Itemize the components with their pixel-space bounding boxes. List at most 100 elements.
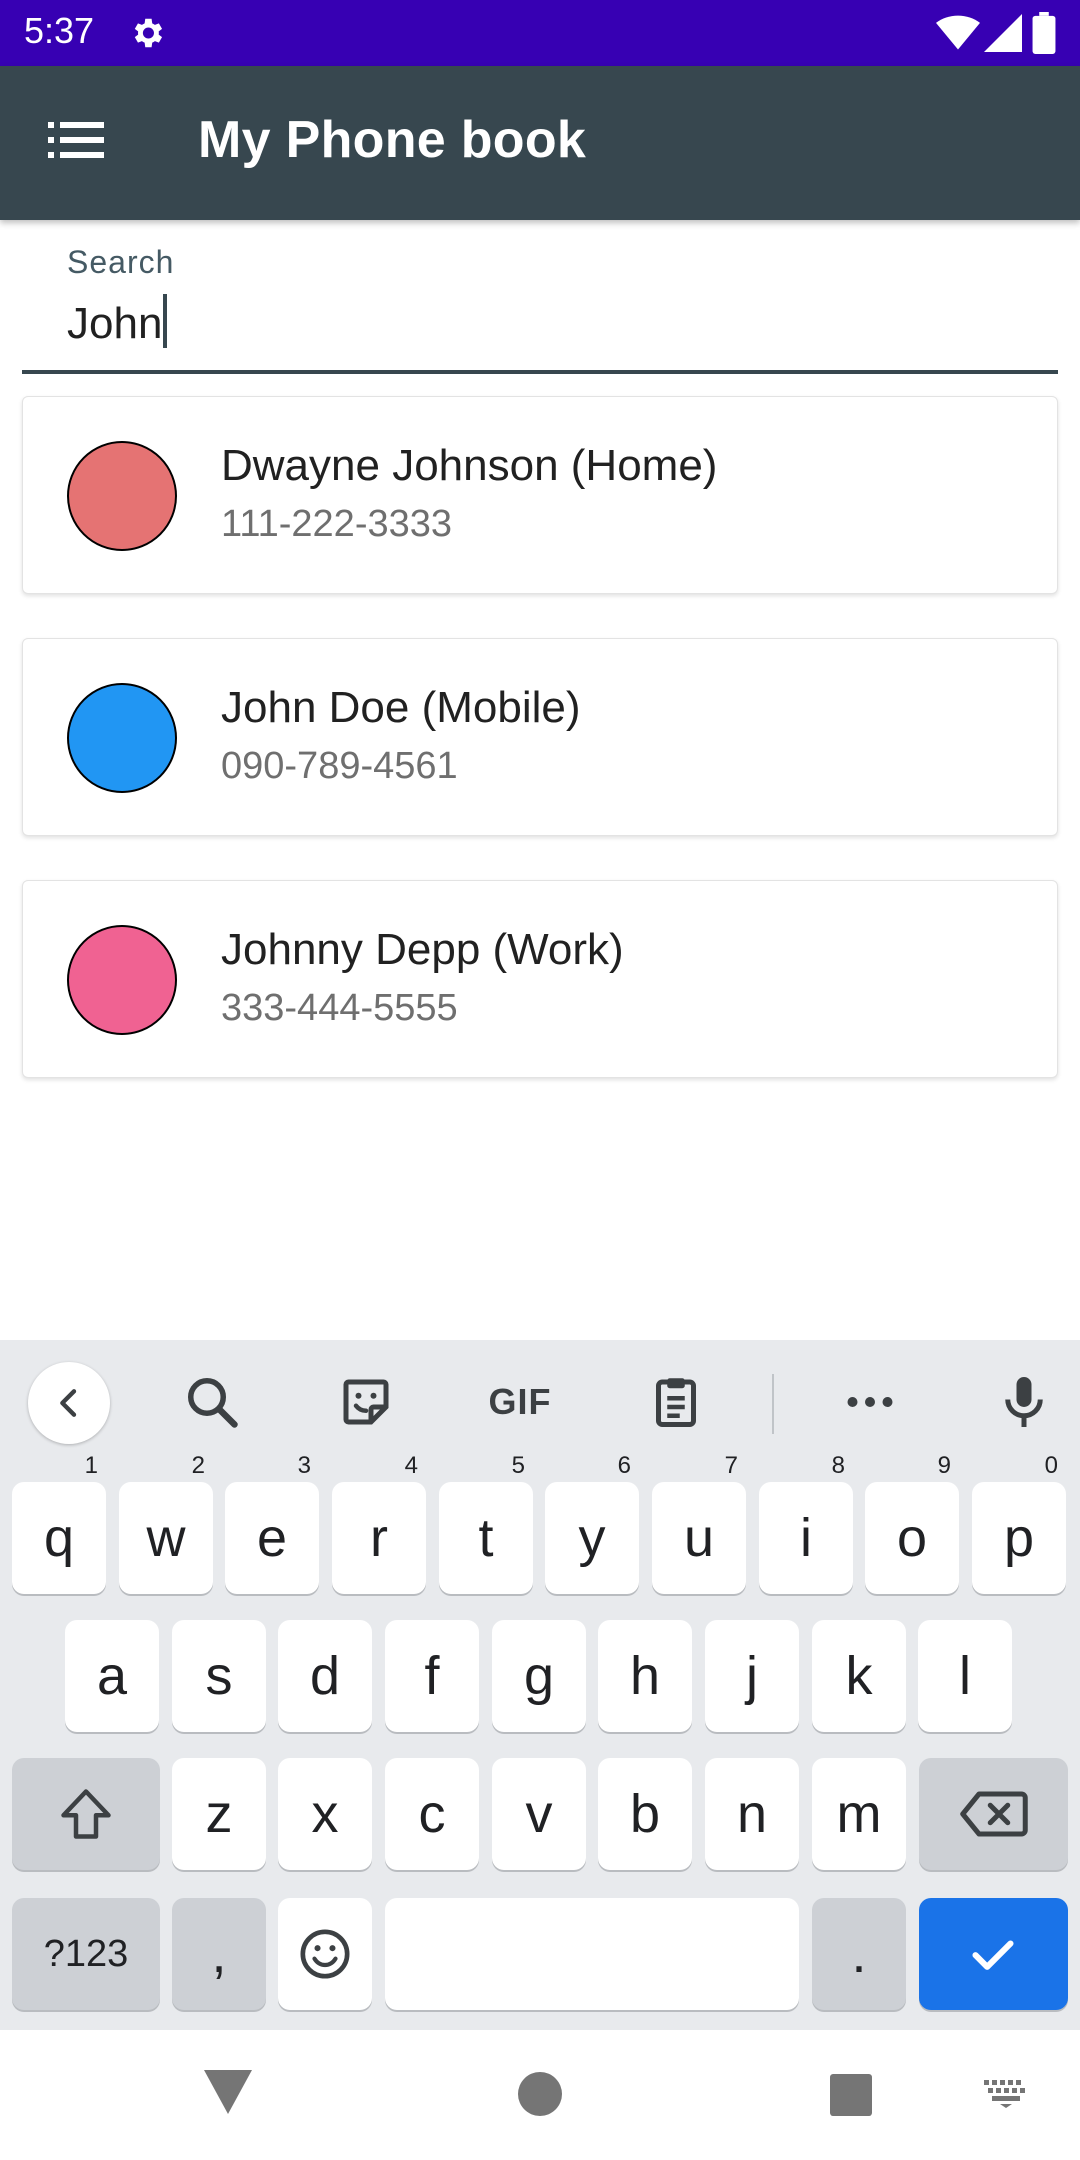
key-m[interactable]: m [812,1758,906,1870]
contact-card[interactable]: Dwayne Johnson (Home) 111-222-3333 [22,396,1058,594]
key-g[interactable]: g [492,1620,586,1732]
shift-key[interactable] [12,1758,160,1870]
keyboard-back-button[interactable] [28,1362,110,1444]
search-field[interactable]: Search John [22,222,1058,374]
key-e[interactable]: e3 [225,1454,319,1594]
space-bar[interactable] [385,1898,799,2010]
key-x[interactable]: x [278,1758,372,1870]
back-triangle-icon[interactable] [204,2070,252,2114]
key-hint: 9 [937,1452,951,1479]
key-hint: 7 [724,1452,738,1479]
microphone-icon[interactable] [994,1372,1054,1432]
key-label: r [370,1508,388,1568]
keyboard-switch-icon[interactable] [984,2080,1028,2108]
contact-phone: 111-222-3333 [221,503,453,545]
contact-phone: 333-444-5555 [221,987,458,1029]
contact-card[interactable]: Johnny Depp (Work) 333-444-5555 [22,880,1058,1078]
clipboard-icon[interactable] [646,1372,706,1432]
status-bar: 5:37 [0,0,1080,66]
search-input-value: John [67,299,163,348]
key-d[interactable]: d [278,1620,372,1732]
more-icon[interactable] [840,1372,900,1432]
key-p[interactable]: p0 [972,1454,1066,1594]
key-q[interactable]: q1 [12,1454,106,1594]
key-hint: 2 [191,1452,205,1479]
gif-icon[interactable]: GIF [484,1376,556,1428]
backspace-key[interactable] [919,1758,1068,1870]
contact-avatar [67,925,177,1035]
key-y[interactable]: y6 [545,1454,639,1594]
key-a[interactable]: a [65,1620,159,1732]
key-f[interactable]: f [385,1620,479,1732]
search-icon[interactable] [182,1372,242,1432]
key-label: t [478,1508,494,1568]
key-hint: 8 [831,1452,845,1479]
key-b[interactable]: b [598,1758,692,1870]
comma-key[interactable]: , [172,1898,266,2010]
contact-name: Dwayne Johnson (Home) [221,441,718,490]
toolbar-divider [772,1374,774,1434]
enter-done-key[interactable] [919,1898,1068,2010]
contact-avatar [67,683,177,793]
checkmark-icon [972,1940,1014,1970]
search-input[interactable]: John [67,294,168,349]
key-k[interactable]: k [812,1620,906,1732]
key-label: q [43,1508,75,1568]
contact-card[interactable]: John Doe (Mobile) 090-789-4561 [22,638,1058,836]
key-label: e [256,1508,288,1568]
key-hint: 5 [511,1452,525,1479]
shift-arrow-icon [61,1789,111,1839]
emoji-smiley-icon [300,1929,350,1979]
list-menu-icon[interactable] [48,120,104,160]
search-label: Search [67,244,175,280]
key-label: p [1003,1508,1035,1568]
contact-avatar [67,441,177,551]
key-label: i [800,1508,812,1568]
status-time: 5:37 [24,10,95,51]
search-underline [22,370,1058,374]
key-i[interactable]: i8 [759,1454,853,1594]
key-hint: 4 [404,1452,418,1479]
contact-name: Johnny Depp (Work) [221,925,624,974]
sticker-icon[interactable] [336,1372,396,1432]
key-label: u [683,1508,715,1568]
key-l[interactable]: l [918,1620,1012,1732]
key-r[interactable]: r4 [332,1454,426,1594]
contact-phone: 090-789-4561 [221,745,458,787]
emoji-key[interactable] [278,1898,372,2010]
contact-name: John Doe (Mobile) [221,683,581,732]
key-o[interactable]: o9 [865,1454,959,1594]
key-s[interactable]: s [172,1620,266,1732]
key-v[interactable]: v [492,1758,586,1870]
key-hint: 1 [84,1452,98,1479]
symbols-key[interactable]: ?123 [12,1898,160,2010]
key-h[interactable]: h [598,1620,692,1732]
page-title: My Phone book [198,111,587,169]
key-t[interactable]: t5 [439,1454,533,1594]
backspace-icon [960,1791,1028,1837]
soft-keyboard: GIF q1 w2 e3 r4 t5 y6 u7 i8 o9 p0 a s d … [0,1340,1080,2030]
key-z[interactable]: z [172,1758,266,1870]
period-key[interactable]: . [812,1898,906,2010]
settings-gear-icon [134,18,163,48]
app-bar: My Phone book [0,66,1080,220]
keyboard-toolbar: GIF [0,1340,1080,1464]
key-label: w [146,1508,186,1568]
key-j[interactable]: j [705,1620,799,1732]
key-label: y [578,1508,606,1568]
key-u[interactable]: u7 [652,1454,746,1594]
system-nav-bar [0,2030,1080,2160]
battery-icon [1032,12,1056,54]
key-w[interactable]: w2 [119,1454,213,1594]
key-c[interactable]: c [385,1758,479,1870]
recents-square-icon[interactable] [830,2074,872,2116]
wifi-icon [936,15,980,50]
key-hint: 6 [617,1452,631,1479]
key-hint: 0 [1044,1452,1058,1479]
key-hint: 3 [297,1452,311,1479]
back-chevron-icon [60,1389,77,1417]
text-cursor [163,294,168,348]
home-circle-icon[interactable] [518,2072,562,2116]
cell-signal-icon [984,14,1022,52]
key-n[interactable]: n [705,1758,799,1870]
